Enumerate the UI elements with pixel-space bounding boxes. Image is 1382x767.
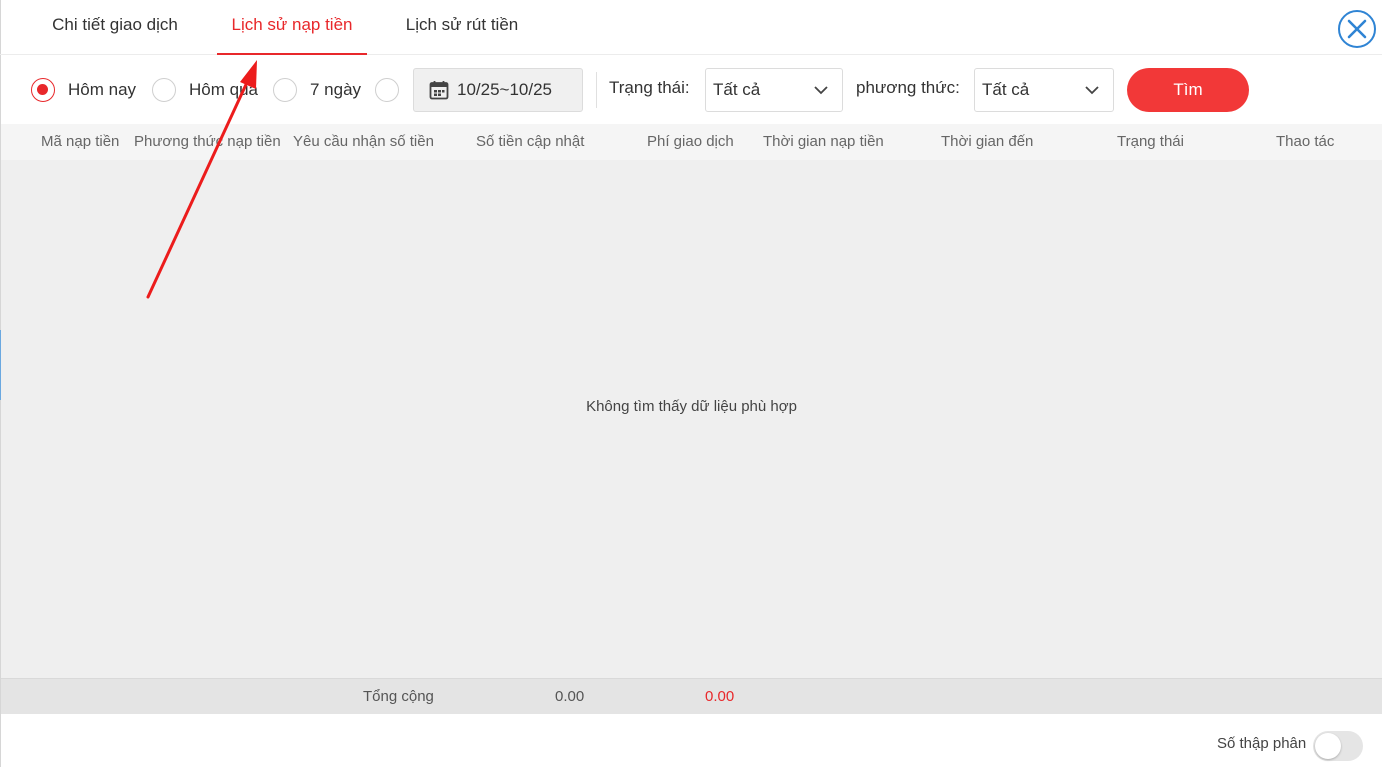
method-select-value: Tất cả xyxy=(982,80,1030,99)
column-header: Thời gian nạp tiền xyxy=(763,133,884,150)
column-header: Trạng thái xyxy=(1117,133,1184,150)
method-label-text: phương thức xyxy=(856,78,956,97)
status-label-text: Trạng thái xyxy=(609,78,685,97)
radio-circle xyxy=(152,78,176,102)
column-header: Phí giao dịch xyxy=(647,133,734,150)
table-header: Mã nạp tiền Phương thức nạp tiền Yêu cầu… xyxy=(1,124,1382,160)
radio-label: 7 ngày xyxy=(310,80,362,99)
column-header: Thời gian đến xyxy=(941,133,1034,150)
date-range-picker[interactable]: 10/25~10/25 xyxy=(413,68,583,112)
status-select-value: Tất cả xyxy=(713,80,761,99)
chevron-down-icon xyxy=(814,85,828,94)
status-select[interactable]: Tất cả xyxy=(705,68,843,112)
column-header: Thao tác xyxy=(1276,133,1335,150)
decimal-toggle-label: Số thập phân xyxy=(1217,735,1307,752)
table-footer: Tổng cộng 0.00 0.00 xyxy=(1,678,1382,714)
filter-divider xyxy=(596,72,597,108)
updated-amount-total: 0.00 xyxy=(555,688,585,705)
radio-label: Hôm nay xyxy=(68,80,137,99)
radio-circle xyxy=(273,78,297,102)
empty-message: Không tìm thấy dữ liệu phù hợp xyxy=(586,398,797,415)
tab-deposit-history[interactable]: Lịch sử nạp tiền xyxy=(217,0,367,55)
table-body: Không tìm thấy dữ liệu phù hợp xyxy=(1,160,1382,678)
method-select[interactable]: Tất cả xyxy=(974,68,1114,112)
status-filter-label: Trạng thái: xyxy=(609,78,690,97)
tab-transaction-details[interactable]: Chi tiết giao dịch xyxy=(36,0,194,55)
date-range-text: 10/25~10/25 xyxy=(457,80,553,99)
search-button[interactable]: Tìm xyxy=(1127,68,1249,112)
calendar-icon xyxy=(429,81,449,100)
tab-withdrawal-history[interactable]: Lịch sử rút tiền xyxy=(390,0,534,55)
radio-label: Hôm qua xyxy=(189,80,258,99)
radio-custom-range[interactable] xyxy=(375,78,399,102)
chevron-down-icon xyxy=(1085,85,1099,94)
radio-yesterday[interactable]: Hôm qua xyxy=(152,78,258,102)
column-header: Phương thức nạp tiền xyxy=(134,133,281,150)
radio-circle xyxy=(31,78,55,102)
decimal-toggle[interactable] xyxy=(1313,731,1363,761)
method-filter-label: phương thức: xyxy=(856,78,960,97)
radio-today[interactable]: Hôm nay xyxy=(31,78,136,102)
column-header: Mã nạp tiền xyxy=(41,133,120,150)
radio-circle xyxy=(375,78,399,102)
toggle-knob xyxy=(1315,733,1341,759)
tab-bar: Chi tiết giao dịch Lịch sử nạp tiền Lịch… xyxy=(0,0,1382,55)
column-header: Yêu cầu nhận số tiền xyxy=(293,133,434,150)
fee-total: 0.00 xyxy=(705,688,735,705)
column-header: Số tiền cập nhật xyxy=(476,133,585,150)
radio-7-days[interactable]: 7 ngày xyxy=(273,78,361,102)
close-button[interactable] xyxy=(1338,10,1376,48)
total-label: Tổng cộng xyxy=(363,688,434,705)
close-icon xyxy=(1347,19,1367,39)
